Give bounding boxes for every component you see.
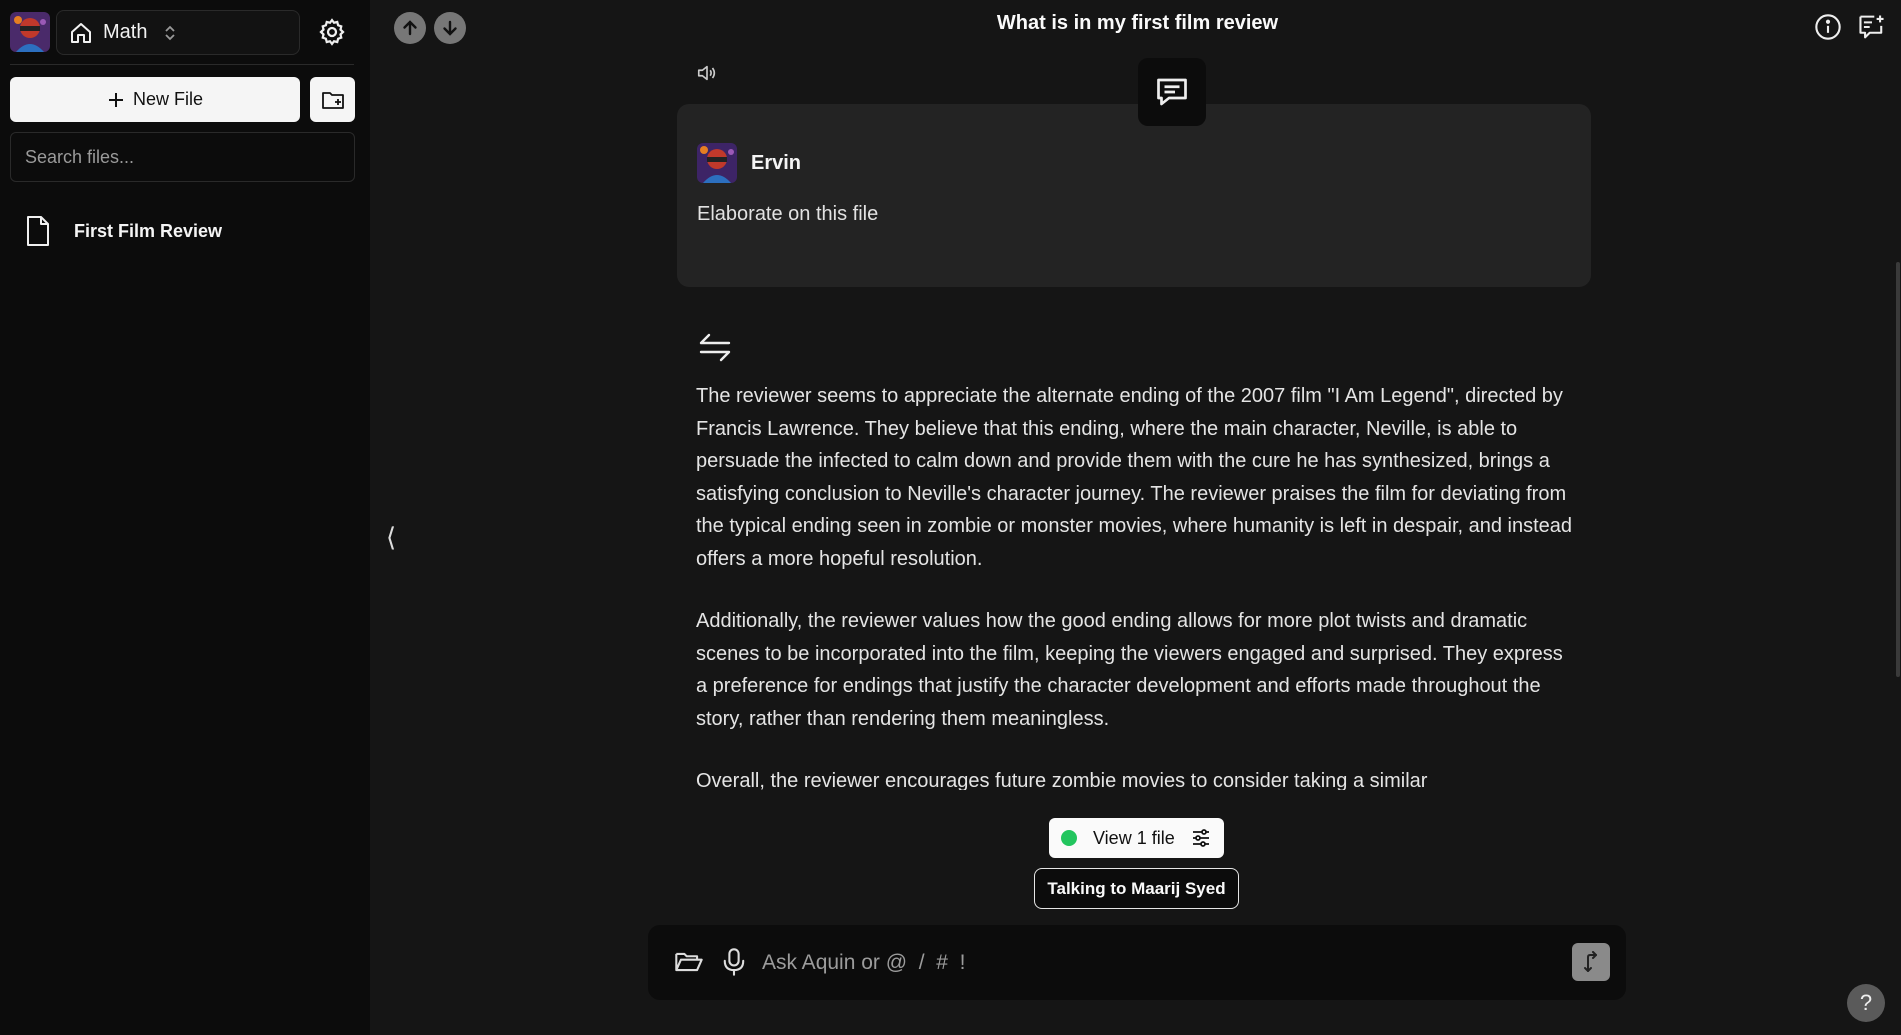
chat-toggle-button[interactable] — [1138, 58, 1206, 126]
workspace-selector[interactable]: Math — [56, 10, 300, 55]
send-button[interactable] — [1572, 943, 1610, 981]
avatar — [697, 143, 737, 183]
info-icon — [1815, 14, 1841, 40]
header-actions — [1813, 12, 1887, 42]
send-arrow-icon — [1584, 951, 1597, 972]
view-files-button[interactable]: View 1 file — [1049, 818, 1224, 858]
arrow-up-icon — [403, 20, 417, 36]
user-avatar[interactable] — [10, 12, 50, 52]
speaker-icon — [697, 65, 716, 81]
message-author: Ervin — [751, 152, 802, 174]
search-files-input[interactable] — [10, 132, 355, 182]
read-aloud-button[interactable] — [696, 62, 718, 89]
settings-button[interactable] — [314, 14, 350, 50]
arrows-exchange-icon — [699, 333, 731, 362]
collapse-sidebar-button[interactable]: ⟨ — [386, 522, 396, 553]
sliders-icon — [1192, 829, 1209, 847]
response-paragraph: The reviewer seems to appreciate the alt… — [696, 385, 1573, 570]
new-file-label: New File — [132, 89, 203, 109]
assistant-icon — [698, 330, 732, 369]
chat-composer — [648, 925, 1626, 1000]
folder-open-icon — [675, 952, 703, 972]
new-file-button[interactable]: New File — [10, 77, 300, 122]
voice-input-button[interactable] — [720, 947, 748, 982]
scroll-down-button[interactable] — [434, 12, 466, 44]
chat-input[interactable] — [762, 943, 1382, 983]
plus-icon — [108, 92, 123, 107]
page-title: What is in my first film review — [996, 12, 1279, 34]
assistant-response: The reviewer seems to appreciate the alt… — [696, 380, 1576, 790]
new-folder-button[interactable] — [310, 77, 355, 122]
microphone-icon — [723, 948, 745, 976]
user-message-card: Ervin Elaborate on this file — [677, 104, 1591, 287]
workspace-name: Math — [103, 21, 148, 43]
status-dot — [1061, 830, 1077, 846]
message-navigation — [394, 12, 466, 44]
scrollbar[interactable] — [1896, 262, 1900, 677]
help-button[interactable]: ? — [1847, 984, 1885, 1022]
info-button[interactable] — [1813, 12, 1843, 42]
sidebar: Math New File First Film Review — [0, 0, 370, 1035]
file-name: First Film Review — [74, 220, 223, 241]
document-icon — [27, 216, 49, 246]
response-paragraph: Overall, the reviewer encourages future … — [696, 770, 1428, 790]
scroll-up-button[interactable] — [394, 12, 426, 44]
file-list-item[interactable]: First Film Review — [24, 212, 222, 250]
gear-icon — [319, 18, 345, 46]
sidebar-divider — [10, 64, 354, 65]
chevron-up-down-icon — [165, 25, 176, 40]
response-paragraph: Additionally, the reviewer values how th… — [696, 610, 1563, 730]
home-icon — [71, 22, 91, 43]
chat-plus-icon — [1859, 15, 1884, 39]
new-chat-button[interactable] — [1857, 12, 1887, 42]
folder-plus-icon — [321, 91, 344, 109]
message-icon — [1157, 78, 1187, 106]
user-message-text: Elaborate on this file — [697, 203, 879, 225]
talking-to-badge[interactable]: Talking to Maarij Syed — [1034, 868, 1239, 909]
attach-folder-button[interactable] — [674, 947, 704, 982]
view-files-label: View 1 file — [1093, 827, 1175, 848]
arrow-down-icon — [443, 20, 457, 36]
